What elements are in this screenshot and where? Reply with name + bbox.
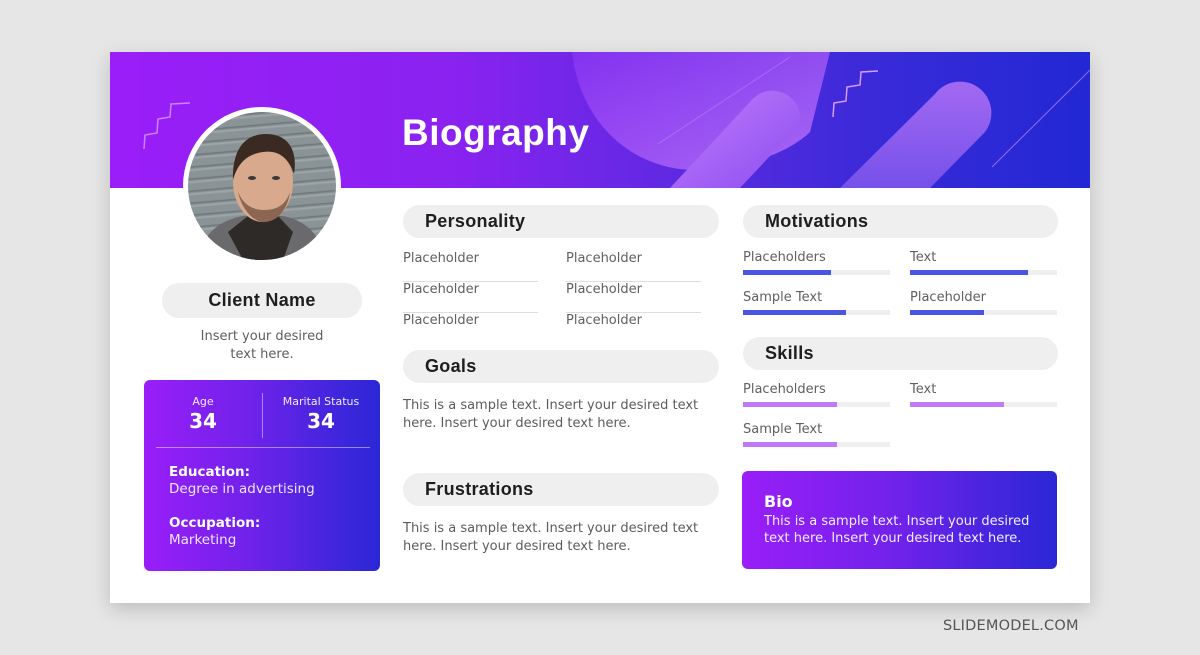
card-divider (156, 447, 370, 448)
occupation-field: Occupation: Marketing (169, 515, 260, 548)
skill-bar: Sample Text (743, 422, 890, 447)
skill-label: Sample Text (743, 422, 823, 437)
goals-text: This is a sample text. Insert your desir… (403, 398, 699, 431)
avatar (183, 107, 341, 265)
biography-slide: Biography Client Name Insert your desire… (110, 52, 1090, 603)
zigzag-icon-2 (832, 70, 879, 118)
client-name: Client Name (208, 290, 316, 310)
personality-item: Placeholder (403, 251, 538, 282)
profile-photo (188, 112, 336, 260)
client-name-pill: Client Name (162, 283, 362, 318)
skills-header: Skills (743, 337, 1058, 370)
motivation-track (743, 270, 890, 275)
motivation-bar: Sample Text (743, 290, 890, 315)
marital-status-stat: Marital Status 34 (262, 395, 380, 433)
goals-title: Goals (425, 356, 477, 376)
motivation-label: Text (910, 250, 937, 265)
age-stat: Age 34 (144, 395, 262, 433)
skill-bar: Text (910, 382, 1057, 407)
banner-pill-shape-2 (840, 81, 992, 188)
client-description-line: Insert your desired (200, 329, 324, 344)
age-value: 34 (189, 409, 217, 433)
frustrations-header: Frustrations (403, 473, 719, 506)
education-label: Education: (169, 464, 250, 480)
skill-track (743, 442, 890, 447)
skills-title: Skills (765, 343, 814, 363)
skill-label: Text (910, 382, 937, 397)
education-field: Education: Degree in advertising (169, 464, 315, 497)
skill-track (910, 402, 1057, 407)
skill-fill (910, 402, 1005, 407)
motivation-track (910, 310, 1057, 315)
motivation-bar: Placeholder (910, 290, 1057, 315)
age-label: Age (192, 395, 214, 408)
zigzag-icon (143, 102, 191, 150)
frustrations-title: Frustrations (425, 479, 534, 499)
client-info-card: Age 34 Marital Status 34 Education: Degr… (144, 380, 380, 571)
skill-bar: Placeholders (743, 382, 890, 407)
personality-item: Placeholder (566, 313, 642, 328)
bio-title: Bio (764, 492, 793, 511)
education-value: Degree in advertising (169, 481, 315, 497)
occupation-value: Marketing (169, 532, 237, 548)
motivations-header: Motivations (743, 205, 1058, 238)
client-description-line: text here. (230, 347, 294, 362)
motivation-bar: Text (910, 250, 1057, 275)
bio-text: This is a sample text. Insert your desir… (764, 514, 1030, 546)
personality-item: Placeholder (403, 282, 538, 313)
motivation-label: Sample Text (743, 290, 823, 305)
motivations-title: Motivations (765, 211, 869, 231)
page-title: Biography (402, 112, 590, 153)
motivation-label: Placeholder (910, 290, 986, 305)
motivation-fill (910, 270, 1028, 275)
watermark: SLIDEMODEL.COM (943, 618, 1079, 634)
marital-status-value: 34 (307, 409, 335, 433)
person-silhouette-icon (198, 134, 326, 260)
motivation-track (910, 270, 1057, 275)
personality-item: Placeholder (566, 251, 701, 282)
frustrations-text: This is a sample text. Insert your desir… (403, 521, 699, 554)
skill-fill (743, 402, 838, 407)
skill-label: Placeholders (743, 382, 826, 397)
motivation-fill (743, 270, 832, 275)
motivation-bar: Placeholders (743, 250, 890, 275)
motivation-fill (910, 310, 984, 315)
motivation-label: Placeholders (743, 250, 826, 265)
client-description: Insert your desired text here. (162, 328, 362, 364)
skill-fill (743, 442, 838, 447)
personality-title: Personality (425, 211, 526, 231)
motivation-fill (743, 310, 846, 315)
personality-item: Placeholder (566, 282, 701, 313)
bio-card: Bio This is a sample text. Insert your d… (742, 471, 1057, 569)
marital-status-label: Marital Status (282, 395, 360, 408)
motivation-track (743, 310, 890, 315)
personality-header: Personality (403, 205, 719, 238)
personality-item: Placeholder (403, 313, 479, 328)
goals-header: Goals (403, 350, 719, 383)
banner-diagonal-line-2 (991, 69, 1090, 168)
occupation-label: Occupation: (169, 515, 261, 531)
skill-track (743, 402, 890, 407)
